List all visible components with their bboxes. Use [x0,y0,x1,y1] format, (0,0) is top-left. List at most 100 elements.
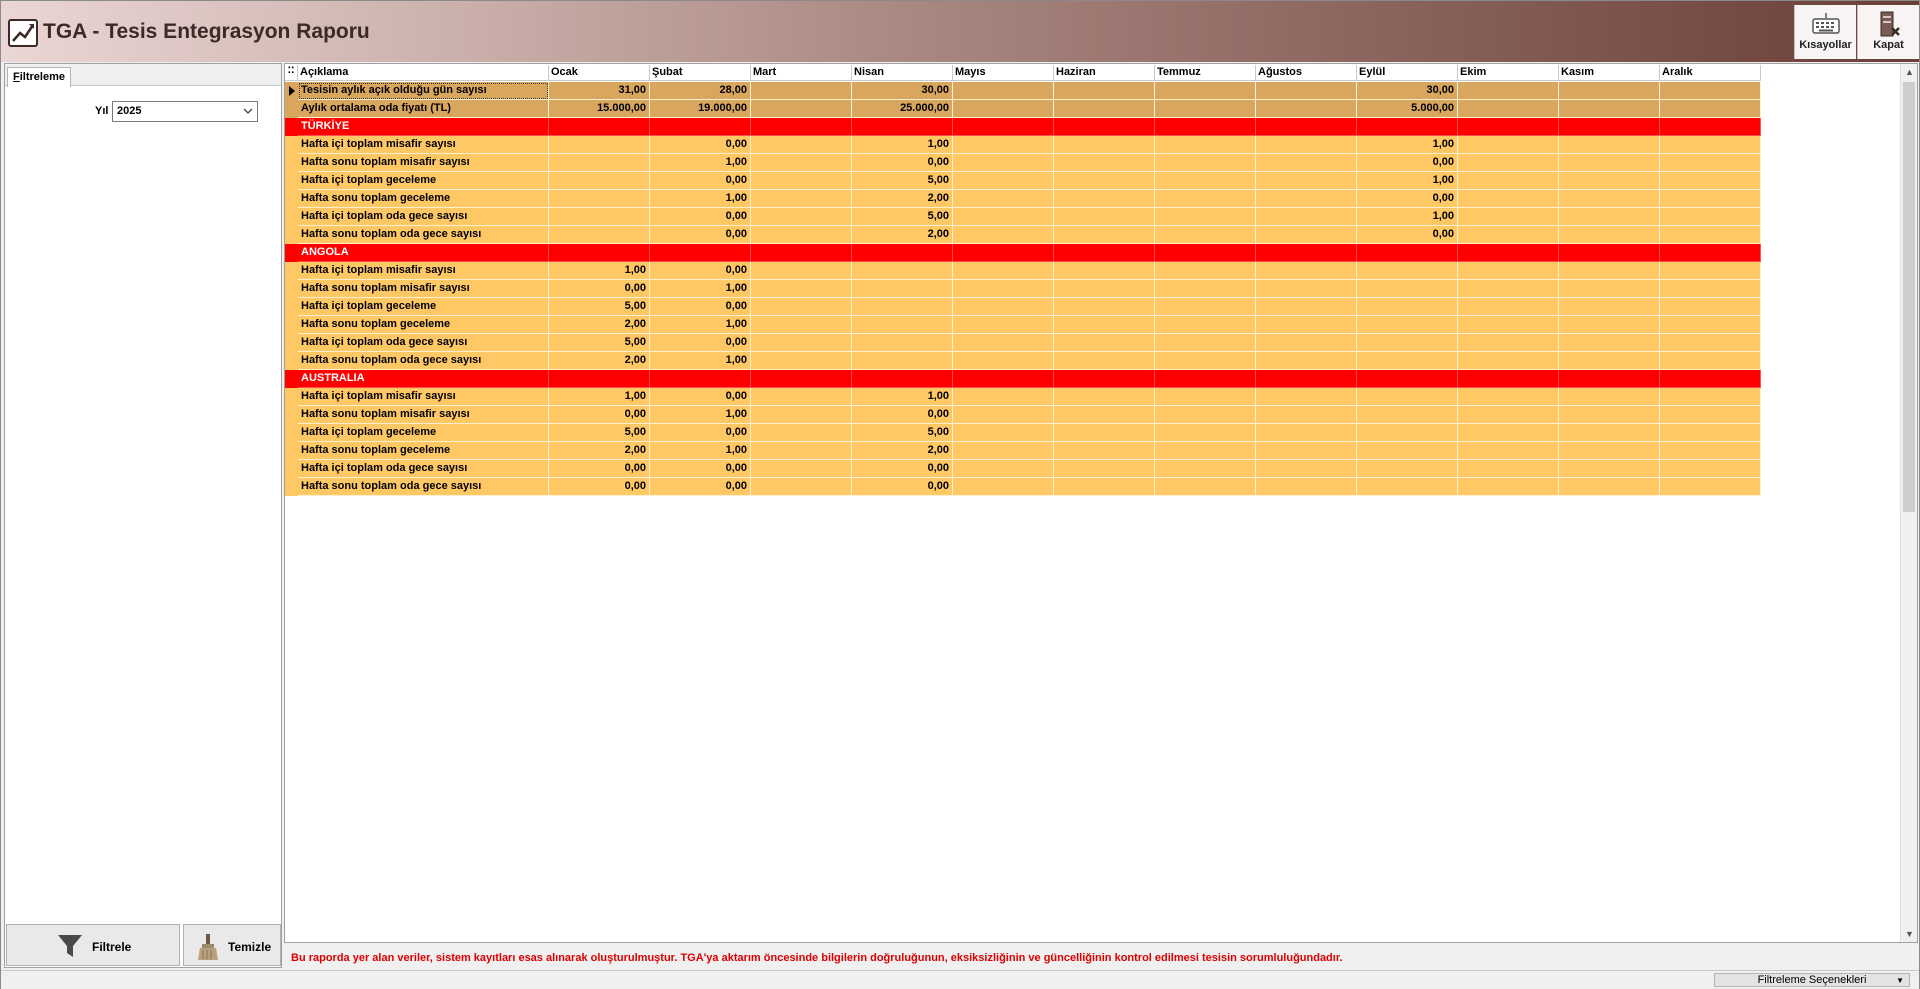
table-cell[interactable] [1559,352,1660,370]
table-cell[interactable]: 15.000,00 [549,100,650,118]
table-cell[interactable] [1660,370,1761,388]
table-cell[interactable] [1559,262,1660,280]
row-indicator[interactable] [285,136,298,154]
table-cell[interactable] [751,352,852,370]
table-cell[interactable]: 5,00 [852,172,953,190]
row-indicator[interactable] [285,424,298,442]
table-row[interactable]: Hafta sonu toplam oda gece sayısı 2,00 1,0… [285,352,1761,370]
row-indicator[interactable] [285,388,298,406]
table-cell[interactable] [1155,244,1256,262]
row-description[interactable]: Hafta içi toplam misafir sayısı [298,262,549,280]
table-cell[interactable]: 25.000,00 [852,100,953,118]
table-cell[interactable] [953,208,1054,226]
table-cell[interactable] [1357,118,1458,136]
table-cell[interactable] [852,298,953,316]
table-cell[interactable] [549,244,650,262]
table-cell[interactable]: 2,00 [852,226,953,244]
table-cell[interactable] [1155,298,1256,316]
table-cell[interactable] [1054,118,1155,136]
table-cell[interactable] [1660,100,1761,118]
table-cell[interactable] [1054,82,1155,100]
table-cell[interactable] [953,478,1054,496]
table-cell[interactable] [1054,352,1155,370]
table-cell[interactable] [1660,154,1761,172]
table-cell[interactable] [1458,82,1559,100]
table-cell[interactable]: 1,00 [650,406,751,424]
column-header[interactable]: Nisan [852,65,953,81]
table-cell[interactable] [751,370,852,388]
table-cell[interactable] [1155,424,1256,442]
table-cell[interactable]: 30,00 [1357,82,1458,100]
table-cell[interactable] [1559,136,1660,154]
row-indicator[interactable] [285,208,298,226]
table-cell[interactable] [1559,154,1660,172]
table-cell[interactable] [650,370,751,388]
row-indicator[interactable] [285,406,298,424]
table-row[interactable]: Hafta içi toplam misafir sayısı 1,00 0,00 [285,262,1761,280]
row-indicator[interactable] [285,478,298,496]
column-header[interactable]: Ekim [1458,65,1559,81]
table-cell[interactable] [1155,226,1256,244]
table-cell[interactable] [549,118,650,136]
table-cell[interactable] [1559,406,1660,424]
table-cell[interactable]: 1,00 [650,316,751,334]
table-cell[interactable] [1559,280,1660,298]
row-description[interactable]: Hafta sonu toplam misafir sayısı [298,280,549,298]
table-cell[interactable] [1155,460,1256,478]
table-cell[interactable] [953,226,1054,244]
table-cell[interactable]: 5,00 [549,334,650,352]
table-cell[interactable] [852,262,953,280]
table-cell[interactable]: 1,00 [650,442,751,460]
table-cell[interactable] [1357,478,1458,496]
table-cell[interactable] [953,424,1054,442]
table-cell[interactable] [1660,136,1761,154]
table-cell[interactable]: 5,00 [852,424,953,442]
table-cell[interactable] [1054,172,1155,190]
table-cell[interactable] [751,244,852,262]
table-cell[interactable] [1458,370,1559,388]
row-description[interactable]: TÜRKİYE [298,118,549,136]
table-cell[interactable] [1256,100,1357,118]
table-cell[interactable] [953,406,1054,424]
table-cell[interactable] [549,226,650,244]
column-header[interactable]: Eylül [1357,65,1458,81]
table-cell[interactable] [1357,298,1458,316]
table-cell[interactable] [1256,154,1357,172]
table-cell[interactable] [1559,190,1660,208]
table-cell[interactable] [751,118,852,136]
table-cell[interactable] [751,136,852,154]
table-cell[interactable] [1458,136,1559,154]
row-indicator[interactable] [285,172,298,190]
table-cell[interactable]: 1,00 [852,136,953,154]
table-cell[interactable]: 30,00 [852,82,953,100]
table-cell[interactable]: 0,00 [852,154,953,172]
table-cell[interactable] [953,298,1054,316]
table-cell[interactable]: 2,00 [549,316,650,334]
row-indicator[interactable] [285,280,298,298]
table-cell[interactable] [1054,154,1155,172]
table-cell[interactable] [1155,406,1256,424]
table-cell[interactable] [1054,190,1155,208]
table-cell[interactable] [1256,460,1357,478]
table-cell[interactable] [1660,262,1761,280]
table-cell[interactable] [1155,172,1256,190]
table-cell[interactable] [953,244,1054,262]
group-header-row[interactable]: ANGOLA [285,244,1761,262]
table-cell[interactable] [549,208,650,226]
table-row[interactable]: Hafta içi toplam oda gece sayısı 5,00 0,00 [285,334,1761,352]
table-cell[interactable] [1559,298,1660,316]
table-cell[interactable] [1357,370,1458,388]
table-cell[interactable] [1357,442,1458,460]
table-cell[interactable] [751,424,852,442]
table-cell[interactable] [1155,442,1256,460]
table-cell[interactable] [1256,424,1357,442]
row-indicator[interactable] [285,154,298,172]
table-cell[interactable] [1357,388,1458,406]
table-cell[interactable]: 0,00 [650,460,751,478]
table-cell[interactable] [953,460,1054,478]
table-row[interactable]: Tesisin aylık açık olduğu gün sayısı 31,0… [285,82,1761,100]
table-cell[interactable] [1660,478,1761,496]
table-row[interactable]: Hafta sonu toplam geceleme 2,00 1,00 2,00 [285,442,1761,460]
row-indicator[interactable] [285,370,298,388]
table-cell[interactable]: 0,00 [852,478,953,496]
